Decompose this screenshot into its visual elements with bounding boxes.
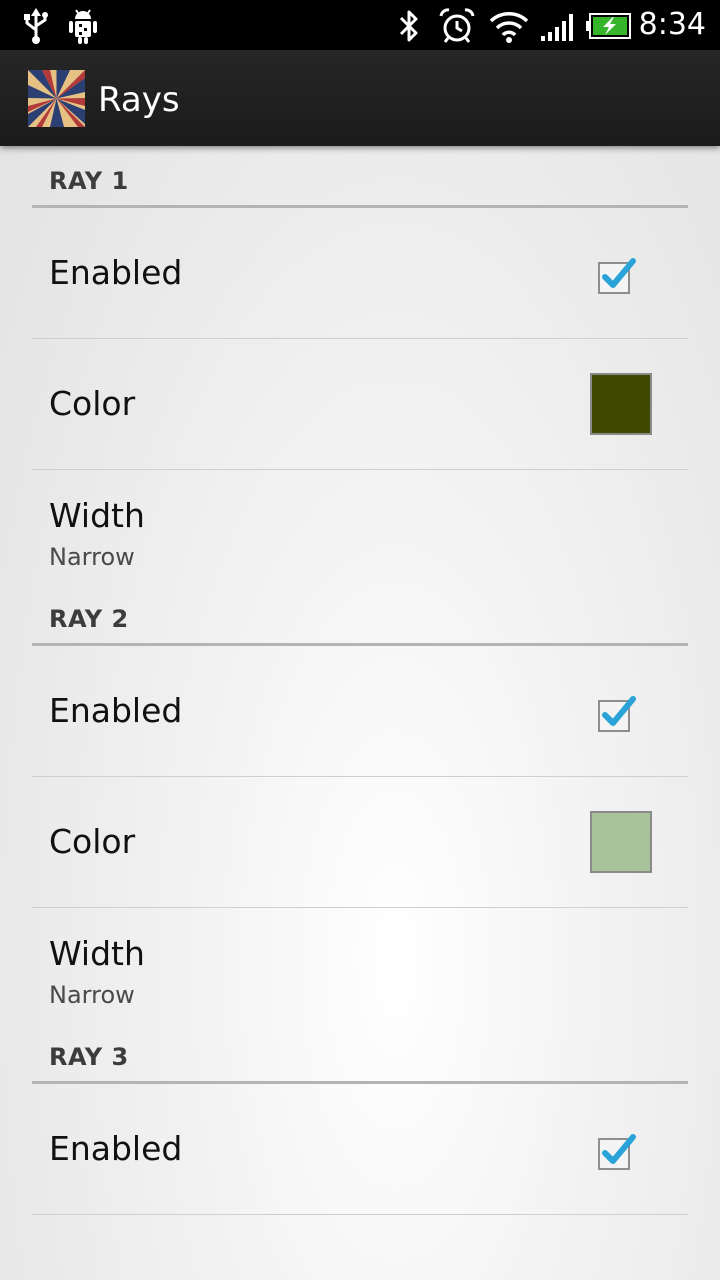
- section-header-ray-2: RAY 2: [32, 584, 688, 646]
- signal-icon: [541, 14, 573, 41]
- section-header-ray-3: RAY 3: [32, 1022, 688, 1084]
- alarm-icon: [439, 8, 475, 43]
- preference-list[interactable]: RAY 1 Enabled Color Width Narrow RAY 2 E…: [32, 146, 688, 1280]
- ray-1-width-value: Narrow: [49, 543, 135, 571]
- bluetooth-icon: [399, 10, 418, 42]
- ray-1-width-label: Width: [49, 496, 145, 535]
- ray-2-color-label: Color: [49, 822, 136, 861]
- ray-2-enabled-item[interactable]: Enabled: [32, 646, 688, 777]
- section-header-ray-1: RAY 1: [32, 146, 688, 208]
- section-header-label: RAY 2: [49, 605, 129, 633]
- ray-2-width-value: Narrow: [49, 981, 135, 1009]
- app-title: Rays: [98, 80, 180, 120]
- section-header-label: RAY 3: [49, 1043, 129, 1071]
- ray-1-enabled-label: Enabled: [49, 253, 183, 292]
- ray-1-enabled-checkbox[interactable]: [596, 254, 640, 298]
- android-debug-icon: [69, 9, 97, 44]
- wifi-icon: [489, 12, 529, 43]
- status-bar: 8:34: [0, 0, 720, 50]
- ray-2-width-item[interactable]: Width Narrow: [32, 908, 688, 1022]
- ray-3-enabled-checkbox[interactable]: [596, 1130, 640, 1174]
- usb-icon: [24, 8, 48, 44]
- ray-1-color-label: Color: [49, 384, 136, 423]
- ray-1-enabled-item[interactable]: Enabled: [32, 208, 688, 339]
- ray-1-color-swatch[interactable]: [590, 373, 652, 435]
- status-time: 8:34: [638, 7, 706, 42]
- ray-2-color-swatch[interactable]: [590, 811, 652, 873]
- ray-3-enabled-label: Enabled: [49, 1129, 183, 1168]
- battery-charging-icon: [586, 13, 631, 39]
- section-header-label: RAY 1: [49, 167, 129, 195]
- action-bar: Rays: [0, 50, 720, 146]
- ray-2-color-item[interactable]: Color: [32, 777, 688, 908]
- rays-app-icon[interactable]: [28, 70, 85, 127]
- ray-2-enabled-checkbox[interactable]: [596, 692, 640, 736]
- ray-1-width-item[interactable]: Width Narrow: [32, 470, 688, 584]
- ray-2-enabled-label: Enabled: [49, 691, 183, 730]
- ray-3-enabled-item[interactable]: Enabled: [32, 1084, 688, 1215]
- ray-1-color-item[interactable]: Color: [32, 339, 688, 470]
- ray-2-width-label: Width: [49, 934, 145, 973]
